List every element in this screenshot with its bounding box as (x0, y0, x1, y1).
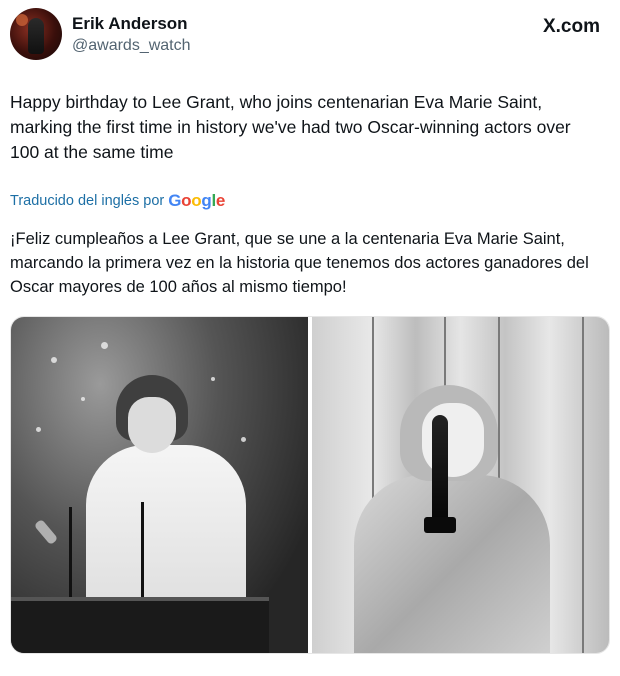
avatar-figure (28, 18, 44, 54)
avatar-light (16, 14, 28, 26)
google-letter: e (215, 191, 226, 210)
translation-label: Traducido del inglés por (10, 193, 165, 209)
google-logo: Google (168, 191, 225, 211)
coat (354, 475, 550, 653)
google-letter: o (181, 191, 192, 210)
microphone (141, 502, 144, 607)
microphone (69, 507, 72, 607)
avatar[interactable] (10, 8, 62, 60)
photo-eva-marie-saint[interactable] (312, 317, 609, 653)
face (128, 397, 176, 453)
google-letter: g (201, 191, 212, 210)
author-name[interactable]: Erik Anderson (72, 14, 188, 34)
tweet-text: Happy birthday to Lee Grant, who joins c… (10, 92, 571, 162)
tweet-header: Erik Anderson @awards_watch X.com (10, 8, 610, 64)
author-handle[interactable]: @awards_watch (72, 37, 191, 55)
translated-text: ¡Feliz cumpleaños a Lee Grant, que se un… (10, 230, 589, 296)
google-letter: o (191, 191, 202, 210)
oscar-statuette (432, 415, 448, 525)
translation-attribution[interactable]: Traducido del inglés por Google (10, 191, 225, 211)
photo-lee-grant[interactable] (11, 317, 308, 653)
brand-logo: X.com (542, 16, 600, 37)
podium (11, 597, 269, 653)
statuette-base (424, 517, 456, 533)
google-letter: G (168, 191, 182, 210)
oscar-statuette (33, 518, 59, 546)
media-grid (10, 316, 610, 654)
